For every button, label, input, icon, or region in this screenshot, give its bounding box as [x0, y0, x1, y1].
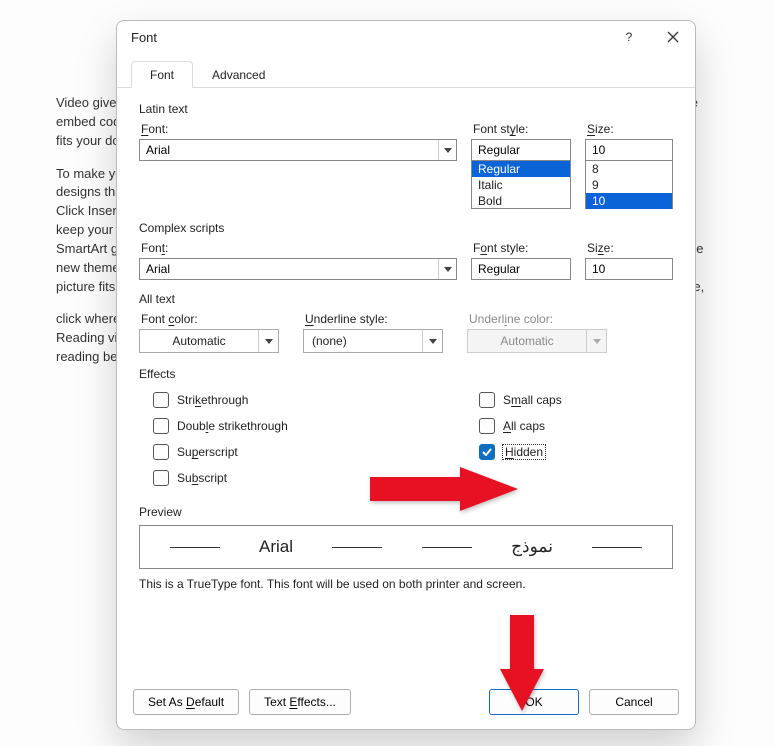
preview-note: This is a TrueType font. This font will …: [139, 577, 673, 591]
cancel-button[interactable]: Cancel: [589, 689, 679, 715]
list-item[interactable]: 8: [586, 161, 672, 177]
small-caps-label: Small caps: [503, 393, 562, 407]
complex-style-label: Font style:: [473, 241, 571, 255]
tab-font[interactable]: Font: [131, 61, 193, 88]
button-bar: Set As Default Text Effects... OK Cancel: [117, 677, 695, 729]
help-button[interactable]: ?: [607, 21, 651, 53]
complex-font-label: Font:: [141, 241, 457, 255]
latin-font-combobox[interactable]: [139, 139, 457, 161]
underline-color-label: Underline color:: [469, 312, 607, 326]
latin-font-input[interactable]: [140, 140, 438, 160]
list-item[interactable]: Regular: [472, 161, 570, 177]
latin-text-group-label: Latin text: [139, 102, 673, 116]
complex-size-combobox[interactable]: [585, 258, 673, 280]
preview-sample-arabic: نموذج: [511, 537, 553, 557]
font-color-label: Font color:: [141, 312, 279, 326]
latin-size-label: Size:: [587, 122, 673, 136]
close-icon: [667, 31, 679, 43]
complex-font-combobox[interactable]: [139, 258, 457, 280]
double-strikethrough-checkbox[interactable]: Double strikethrough: [153, 413, 479, 439]
font-color-select[interactable]: Automatic: [139, 329, 279, 353]
tab-strip: Font Advanced: [117, 53, 695, 88]
superscript-checkbox[interactable]: Superscript: [153, 439, 479, 465]
all-caps-checkbox[interactable]: All caps: [479, 413, 673, 439]
titlebar: Font ?: [117, 21, 695, 53]
superscript-label: Superscript: [177, 445, 238, 459]
close-button[interactable]: [651, 21, 695, 53]
latin-font-label: Font:: [141, 122, 457, 136]
tab-advanced[interactable]: Advanced: [193, 61, 284, 88]
complex-size-label: Size:: [587, 241, 673, 255]
list-item[interactable]: Bold: [472, 193, 570, 209]
latin-size-field[interactable]: [585, 139, 673, 161]
annotation-arrow-hidden: [370, 467, 518, 514]
hidden-label: Hidden: [503, 445, 545, 459]
double-strikethrough-label: Double strikethrough: [177, 419, 288, 433]
latin-style-listbox[interactable]: Regular Italic Bold: [471, 161, 571, 209]
hidden-checkbox[interactable]: Hidden: [479, 439, 673, 465]
text-effects-button[interactable]: Text Effects...: [249, 689, 351, 715]
font-dialog: Font ? Font Advanced Latin text Font: Fo…: [116, 20, 696, 730]
underline-style-select[interactable]: (none): [303, 329, 443, 353]
all-text-group-label: All text: [139, 292, 673, 306]
chevron-down-icon: [422, 330, 442, 352]
latin-style-field[interactable]: [471, 139, 571, 161]
preview-box: Arial نموذج: [139, 525, 673, 569]
complex-style-combobox[interactable]: [471, 258, 571, 280]
complex-scripts-group-label: Complex scripts: [139, 221, 673, 235]
latin-font-dropdown-button[interactable]: [438, 140, 456, 160]
set-as-default-button[interactable]: Set As Default: [133, 689, 239, 715]
underline-color-select: Automatic: [467, 329, 607, 353]
chevron-down-icon: [258, 330, 278, 352]
preview-sample-latin: Arial: [259, 537, 293, 557]
list-item[interactable]: Italic: [472, 177, 570, 193]
strikethrough-label: Strikethrough: [177, 393, 248, 407]
annotation-arrow-ok: [500, 615, 544, 714]
all-caps-label: All caps: [503, 419, 545, 433]
chevron-down-icon[interactable]: [438, 259, 456, 279]
list-item[interactable]: 9: [586, 177, 672, 193]
chevron-down-icon: [586, 330, 606, 352]
effects-group-label: Effects: [139, 367, 673, 381]
subscript-label: Subscript: [177, 471, 227, 485]
strikethrough-checkbox[interactable]: Strikethrough: [153, 387, 479, 413]
list-item[interactable]: 10: [586, 193, 672, 209]
underline-style-label: Underline style:: [305, 312, 443, 326]
latin-size-listbox[interactable]: 8 9 10: [585, 161, 673, 209]
dialog-title: Font: [131, 30, 157, 45]
latin-style-label: Font style:: [473, 122, 571, 136]
small-caps-checkbox[interactable]: Small caps: [479, 387, 673, 413]
